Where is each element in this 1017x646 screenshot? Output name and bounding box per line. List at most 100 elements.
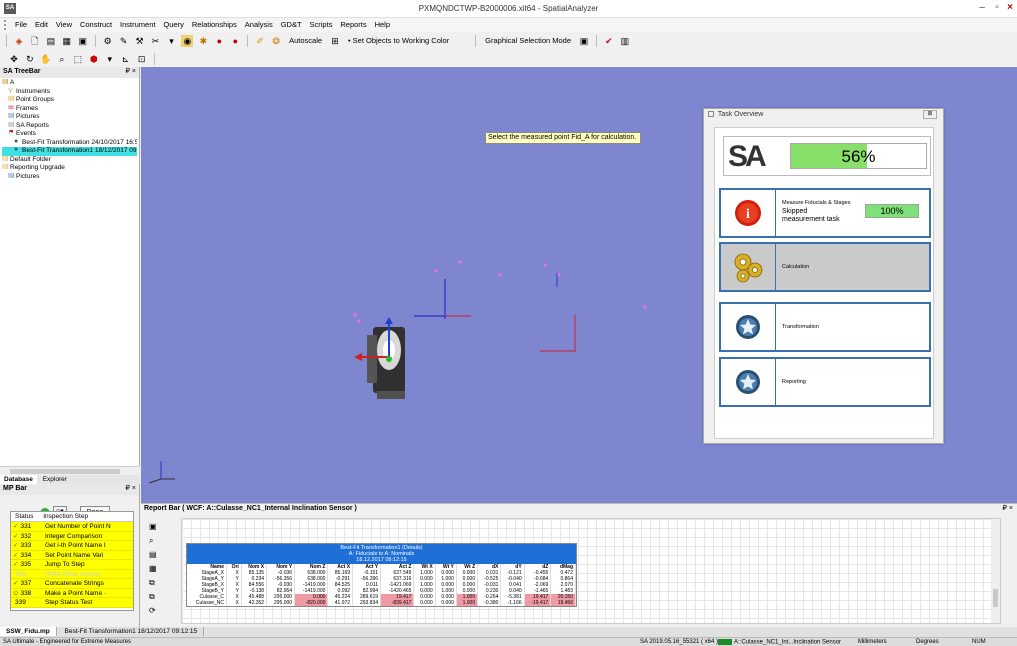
checkmark-icon[interactable]: ✔ bbox=[603, 35, 615, 47]
save-icon[interactable]: ▦ bbox=[61, 35, 73, 47]
graphical-selection-mode-button[interactable]: Graphical Selection Mode bbox=[485, 36, 571, 45]
tree-item[interactable]: ▤Pictures bbox=[2, 173, 137, 182]
camera-icon[interactable]: ▣ bbox=[149, 522, 161, 532]
autoscale-icon[interactable]: ⊞ bbox=[329, 35, 341, 47]
menu-instrument[interactable]: Instrument bbox=[117, 18, 158, 31]
mp-step-row[interactable]: 339 Step Status Test bbox=[11, 598, 133, 608]
stop-icon[interactable]: ● bbox=[229, 35, 241, 47]
tree-item[interactable]: ▤SA Reports bbox=[2, 122, 137, 131]
tree-item[interactable]: ▤Default Folder bbox=[2, 156, 137, 165]
instrument-icon[interactable]: ⚒ bbox=[134, 35, 146, 47]
task-overview-close-button[interactable]: ⊠ bbox=[923, 110, 937, 119]
mp-step-row[interactable]: ✓ 337 Concatenate Strings bbox=[11, 579, 133, 589]
column-inspection-step[interactable]: Inspection Step bbox=[39, 512, 92, 521]
pan-icon[interactable]: ✋ bbox=[40, 53, 52, 65]
dropdown-icon[interactable]: ▾ bbox=[104, 53, 116, 65]
report-vertical-scrollbar[interactable] bbox=[991, 519, 1000, 623]
tracker-z-arrow[interactable] bbox=[385, 317, 393, 324]
settings-icon[interactable]: ⚙ bbox=[102, 35, 114, 47]
tree-item[interactable]: ⚑ Events bbox=[2, 130, 137, 139]
tree-item[interactable]: ▤Point Groups bbox=[2, 96, 137, 105]
point-marker[interactable] bbox=[557, 273, 561, 277]
mp-step-row[interactable]: 336 ROM Other Chores bbox=[11, 569, 133, 579]
scrollbar-thumb[interactable] bbox=[10, 469, 120, 474]
palette-icon[interactable]: ❂ bbox=[270, 35, 282, 47]
measured-points[interactable] bbox=[353, 260, 647, 323]
step-calculation[interactable]: Calculation bbox=[719, 242, 931, 292]
view-icon[interactable]: ◉ bbox=[181, 35, 194, 47]
tab-report[interactable]: Best-Fit Transformation1 18/12/2017 09:1… bbox=[59, 627, 205, 636]
status-units-angle[interactable]: Degrees bbox=[916, 639, 939, 645]
zoom-icon[interactable]: ⌕ bbox=[56, 53, 68, 65]
step-measure-fiducials[interactable]: i Measure Fiducials & Stages Skipped meas… bbox=[719, 188, 931, 238]
highlight-icon[interactable]: ✐ bbox=[254, 35, 266, 47]
panel-pin-close-icon[interactable]: ₽ × bbox=[126, 484, 137, 492]
camera-icon[interactable]: ▣ bbox=[578, 35, 590, 47]
menu-relationships[interactable]: Relationships bbox=[189, 18, 240, 31]
tree-item[interactable]: ▤Reporting Upgrade bbox=[2, 164, 137, 173]
menu-help[interactable]: Help bbox=[372, 18, 393, 31]
mp-step-row[interactable]: ✓ 334 Set Point Name Vari bbox=[11, 550, 133, 560]
point-marker[interactable] bbox=[434, 269, 438, 273]
dropdown-icon[interactable]: ▾ bbox=[165, 35, 177, 47]
column-status[interactable]: Status bbox=[11, 512, 37, 521]
document-icon[interactable]: ▤ bbox=[149, 550, 161, 560]
menu-file[interactable]: File bbox=[12, 18, 30, 31]
menu-gdt[interactable]: GD&T bbox=[278, 18, 305, 31]
status-units-length[interactable]: Millimeters bbox=[858, 639, 887, 645]
tab-explorer[interactable]: Explorer bbox=[39, 475, 71, 484]
tab-mp-file[interactable]: SSW_Fidu.mp bbox=[0, 627, 57, 636]
menu-analysis[interactable]: Analysis bbox=[242, 18, 276, 31]
render-icon[interactable]: ⬢ bbox=[88, 53, 100, 65]
menu-edit[interactable]: Edit bbox=[32, 18, 51, 31]
point-marker[interactable] bbox=[498, 273, 502, 277]
point-marker[interactable] bbox=[643, 305, 647, 309]
move-icon[interactable]: ✥ bbox=[8, 53, 20, 65]
frame-axes[interactable] bbox=[414, 273, 576, 352]
search-icon[interactable]: ⌕ bbox=[149, 536, 161, 546]
menu-view[interactable]: View bbox=[53, 18, 75, 31]
point-marker[interactable] bbox=[458, 260, 462, 264]
minimize-button[interactable]: – bbox=[975, 2, 989, 15]
sa-home-icon[interactable]: ◈ bbox=[13, 35, 25, 47]
print-icon[interactable]: ▥ bbox=[619, 35, 631, 47]
tree-item[interactable]: ● Best-Fit Transformation 24/10/2017 16:5… bbox=[2, 139, 137, 148]
tracker-x-arrow[interactable] bbox=[354, 353, 362, 361]
axis-icon[interactable]: ⊾ bbox=[120, 53, 132, 65]
rotate-icon[interactable]: ↻ bbox=[24, 53, 36, 65]
menu-reports[interactable]: Reports bbox=[337, 18, 369, 31]
zoom-box-icon[interactable]: ⬚ bbox=[72, 53, 84, 65]
paste-icon[interactable]: ⧉ bbox=[149, 592, 161, 602]
report-icon[interactable]: ▦ bbox=[149, 564, 161, 574]
laser-tracker-instrument[interactable] bbox=[354, 317, 405, 399]
mp-step-row[interactable]: ⊙ 338 Make a Point Name · bbox=[11, 588, 133, 598]
tree-view[interactable]: ▤A ⚲ Instruments ▤Point Groups ⊞ Frames ▤Pictu… bbox=[0, 78, 139, 182]
save-as-icon[interactable]: ▣ bbox=[77, 35, 89, 47]
mp-step-row[interactable]: ✓ 333 Get i-th Point Name I bbox=[11, 541, 133, 551]
menu-grip[interactable] bbox=[4, 20, 8, 30]
tracker-origin[interactable] bbox=[386, 356, 392, 362]
target-icon[interactable]: ✱ bbox=[197, 35, 209, 47]
tree-item[interactable]: ● Best-Fit Transformation1 18/12/2017 09:… bbox=[2, 147, 137, 156]
menu-scripts[interactable]: Scripts bbox=[306, 18, 335, 31]
tracker-side[interactable] bbox=[367, 335, 377, 383]
refresh-icon[interactable]: ⟳ bbox=[149, 606, 161, 616]
step-transformation[interactable]: Transformation bbox=[719, 302, 931, 352]
fit-view-icon[interactable]: ⊡ bbox=[136, 53, 148, 65]
copy-icon[interactable]: ⧉ bbox=[149, 578, 161, 588]
step-reporting[interactable]: Reporting bbox=[719, 357, 931, 407]
scrollbar-thumb[interactable] bbox=[993, 589, 998, 607]
tree-item[interactable]: ⊞ Frames bbox=[2, 105, 137, 114]
tree-item[interactable]: ▤A bbox=[2, 79, 137, 88]
report-document[interactable]: Best-Fit Transformation1 (Details) A: Fi… bbox=[181, 518, 1001, 624]
record-icon[interactable]: ● bbox=[213, 35, 225, 47]
tools-icon[interactable]: ✂ bbox=[150, 35, 162, 47]
mp-step-row[interactable]: ✓ 331 Get Number of Point N bbox=[11, 522, 133, 532]
tree-item[interactable]: ▤Pictures bbox=[2, 113, 137, 122]
menu-query[interactable]: Query bbox=[160, 18, 186, 31]
menu-construct[interactable]: Construct bbox=[77, 18, 115, 31]
mp-step-row[interactable]: ✓ 335 Jump To Step bbox=[11, 560, 133, 570]
mp-step-row[interactable]: ✓ 332 Integer Comparison bbox=[11, 531, 133, 541]
tree-item[interactable]: ⚲ Instruments bbox=[2, 88, 137, 97]
measure-icon[interactable]: ✎ bbox=[118, 35, 130, 47]
